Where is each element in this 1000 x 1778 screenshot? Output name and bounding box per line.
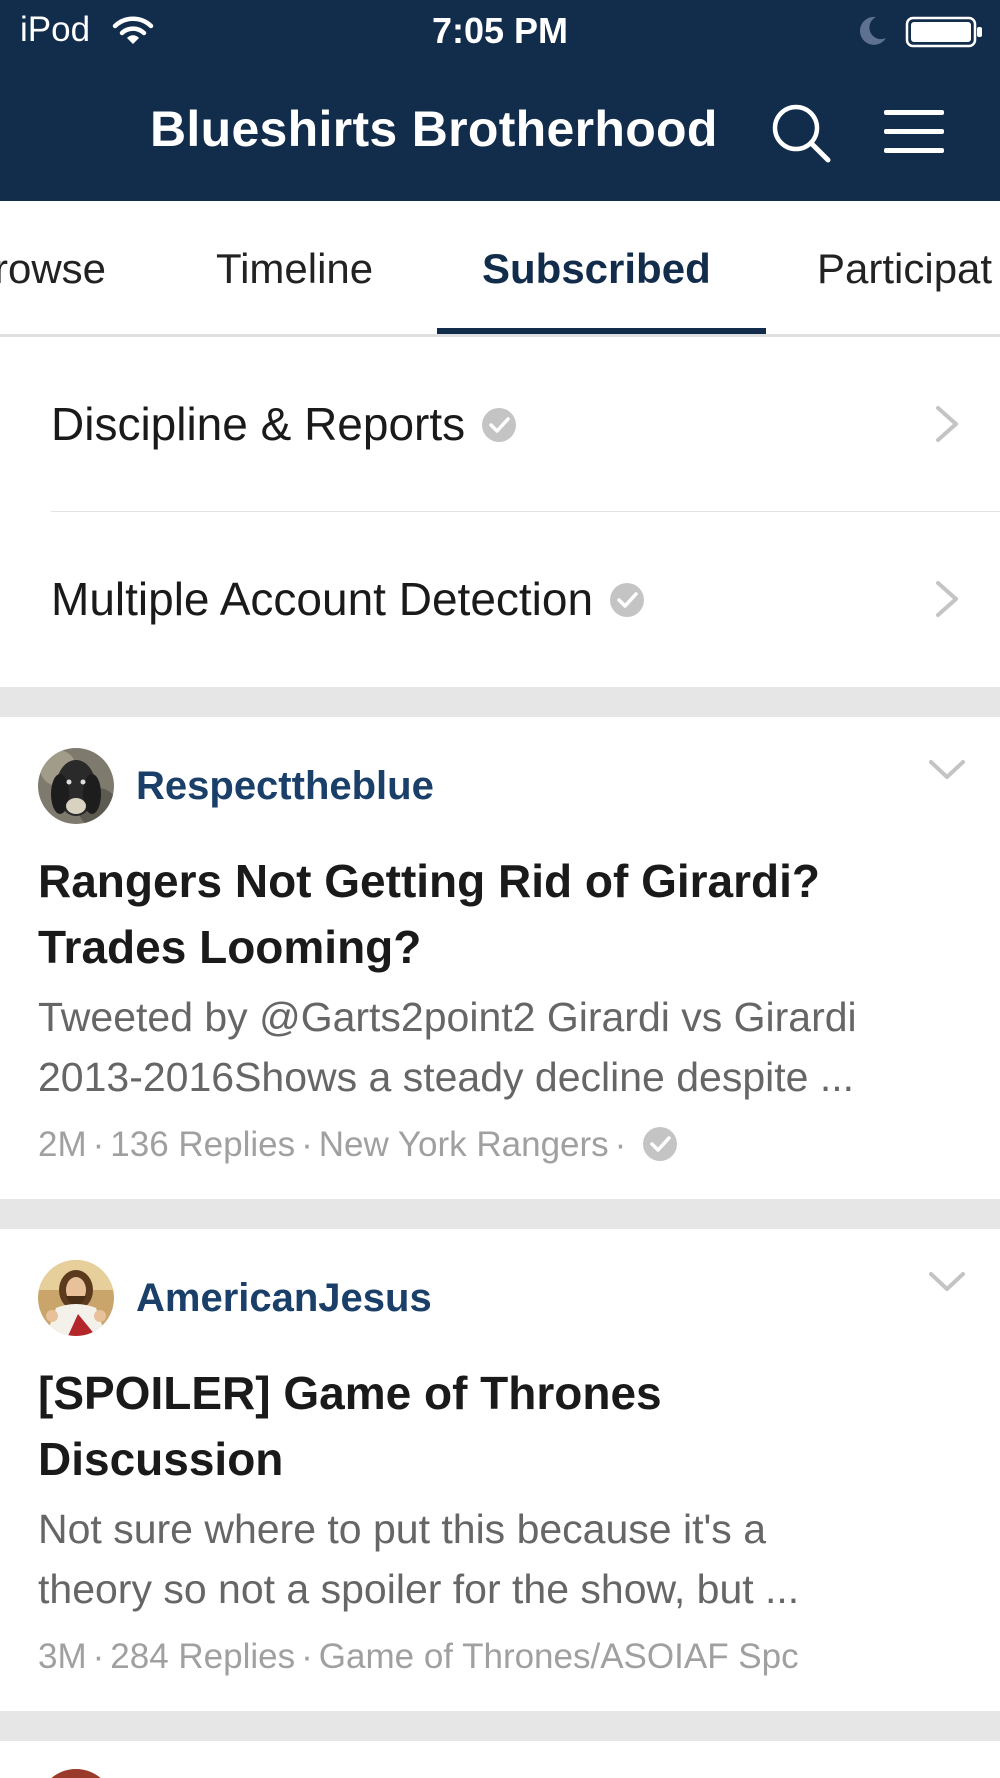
topic-age: 2M (38, 1125, 87, 1164)
topic-meta: 2M · 136 Replies · New York Rangers · (38, 1125, 968, 1165)
topic-title[interactable]: [SPOILER] Game of Thrones Discussion (38, 1360, 968, 1492)
subscribed-category-list: Discipline & Reports Multiple Account De… (0, 337, 1000, 687)
topic-title-line: Discussion (38, 1433, 284, 1485)
category-label-wrapper: Multiple Account Detection (51, 572, 645, 626)
topic-author-link[interactable]: Respecttheblue (136, 764, 434, 809)
app-header: iPod 7:05 PM Blueshirts Brotherhood (0, 0, 1000, 201)
menu-icon (884, 110, 944, 153)
menu-button[interactable] (884, 108, 944, 156)
topic-title-line: Trades Looming? (38, 921, 422, 973)
topic-title-line: Rangers Not Getting Rid of Girardi? (38, 855, 821, 907)
topic-title-line: [SPOILER] Game of Thrones (38, 1367, 662, 1419)
topic-title[interactable]: Rangers Not Getting Rid of Girardi? Trad… (38, 848, 968, 980)
category-row-multiple-account-detection[interactable]: Multiple Account Detection (0, 512, 1000, 687)
topic-replies: 284 Replies (110, 1637, 296, 1676)
category-label: Multiple Account Detection (51, 573, 594, 625)
app-title: Blueshirts Brotherhood (150, 101, 718, 157)
topic-replies: 136 Replies (110, 1125, 296, 1164)
topic-card[interactable]: AmericanJesus [SPOILER] Game of Thrones … (0, 1229, 1000, 1711)
section-separator (0, 1199, 1000, 1229)
tab-timeline[interactable]: Timeline (216, 245, 373, 293)
topic-category[interactable]: Game of Thrones/ASOIAF Spc (319, 1637, 799, 1676)
meta-separator: · (614, 1125, 627, 1164)
excerpt-line: Tweeted by @Garts2point2 Girardi vs Gira… (38, 994, 857, 1040)
category-label: Discipline & Reports (51, 398, 466, 450)
excerpt-line: theory so not a spoiler for the show, bu… (38, 1566, 800, 1612)
search-button[interactable] (770, 102, 832, 164)
meta-separator: · (92, 1125, 105, 1164)
chevron-down-icon[interactable] (928, 1269, 966, 1295)
moon-icon (856, 14, 888, 53)
chevron-right-icon (936, 581, 958, 617)
topic-card[interactable]: Respecttheblue Rangers Not Getting Rid o… (0, 717, 1000, 1199)
chevron-down-icon[interactable] (928, 757, 966, 783)
topic-excerpt: Tweeted by @Garts2point2 Girardi vs Gira… (38, 987, 968, 1107)
search-icon (772, 104, 831, 163)
excerpt-line: 2013-2016Shows a steady decline despite … (38, 1054, 854, 1100)
category-row-discipline-reports[interactable]: Discipline & Reports (0, 337, 1000, 513)
tab-subscribed[interactable]: Subscribed (482, 245, 711, 293)
tab-bar: rowse Timeline Subscribed Participat (0, 201, 1000, 337)
topic-age: 3M (38, 1637, 87, 1676)
topic-card[interactable] (0, 1741, 1000, 1778)
meta-separator: · (301, 1637, 313, 1676)
topic-category[interactable]: New York Rangers (319, 1125, 609, 1164)
tab-browse[interactable]: rowse (0, 245, 106, 293)
battery-icon (905, 16, 985, 53)
excerpt-line: Not sure where to put this because it's … (38, 1506, 766, 1552)
chevron-right-icon (936, 406, 958, 442)
topic-meta: 3M · 284 Replies · Game of Thrones/ASOIAF Sp… (38, 1637, 900, 1677)
status-time: 7:05 PM (431, 10, 569, 51)
meta-separator: · (92, 1637, 105, 1676)
section-separator (0, 1711, 1000, 1741)
status-bar: iPod 7:05 PM (0, 0, 1000, 64)
active-tab-indicator (437, 328, 766, 334)
topic-author-link[interactable]: AmericanJesus (136, 1276, 432, 1321)
avatar[interactable] (38, 748, 114, 824)
section-separator (0, 687, 1000, 717)
checkmark-badge-icon (643, 1127, 678, 1161)
avatar[interactable] (38, 1769, 114, 1778)
meta-separator: · (301, 1125, 313, 1164)
checkmark-badge-icon (610, 582, 645, 617)
checkmark-badge-icon (482, 407, 517, 442)
avatar[interactable] (38, 1260, 114, 1336)
category-label-wrapper: Discipline & Reports (51, 397, 517, 451)
topic-excerpt: Not sure where to put this because it's … (38, 1499, 968, 1619)
tab-participating[interactable]: Participat (817, 245, 992, 293)
